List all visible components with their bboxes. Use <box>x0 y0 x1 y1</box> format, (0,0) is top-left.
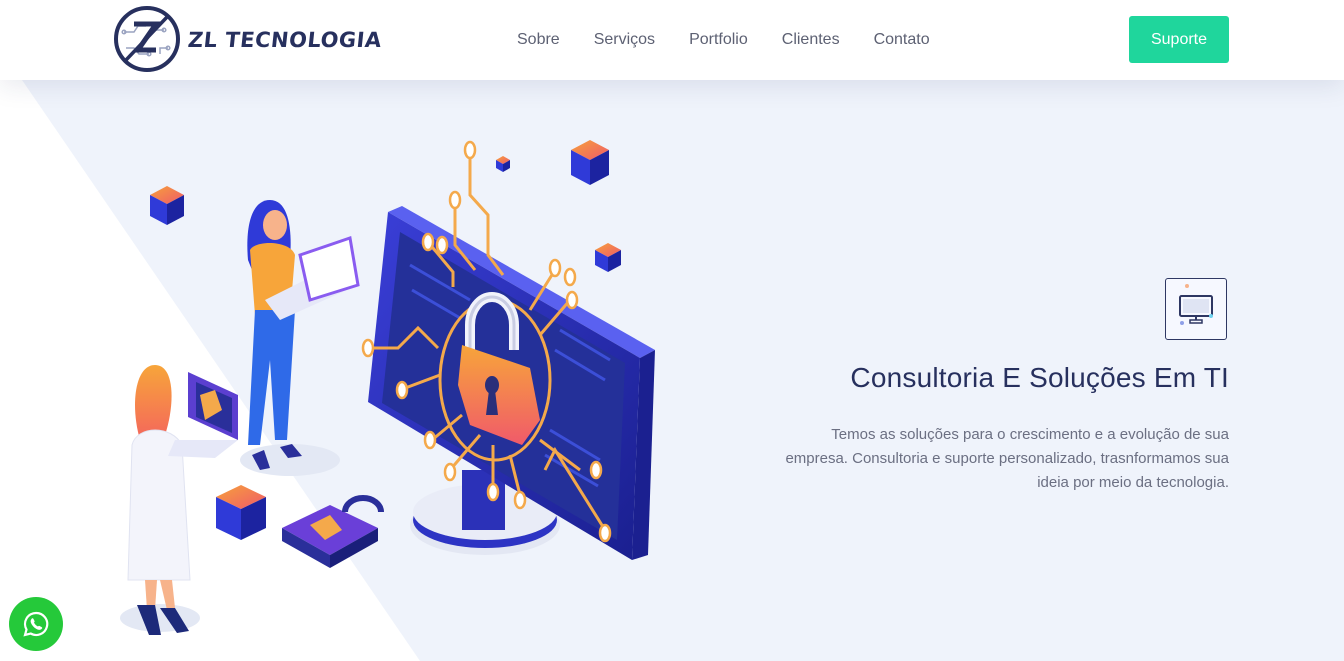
nav-item-servicos[interactable]: Serviços <box>577 28 672 52</box>
hero-description: Temos as soluções para o crescimento e a… <box>785 426 1229 491</box>
floating-cube <box>571 140 609 185</box>
top-navbar: ZL TECNOLOGIA Sobre Serviços Portfolio C… <box>0 0 1344 80</box>
nav-item-portfolio[interactable]: Portfolio <box>672 28 765 52</box>
support-button[interactable]: Suporte <box>1129 16 1229 63</box>
main-nav: Sobre Serviços Portfolio Clientes Contat… <box>500 28 947 52</box>
nav-item-clientes[interactable]: Clientes <box>765 28 857 52</box>
whatsapp-button[interactable] <box>9 597 63 651</box>
locked-drive-icon <box>282 495 384 568</box>
brand-name: ZL TECNOLOGIA <box>186 28 383 52</box>
nav-item-contato[interactable]: Contato <box>857 28 947 52</box>
woman-with-laptop-figure <box>247 200 360 470</box>
nav-item-sobre[interactable]: Sobre <box>500 28 577 52</box>
zl-logo-icon <box>114 6 180 72</box>
floating-cube <box>216 485 266 540</box>
monitor-icon <box>1179 284 1213 325</box>
hero-title: Consultoria E Soluções Em TI <box>850 362 1229 393</box>
floating-cube <box>595 243 621 272</box>
brand-logo[interactable]: ZL TECNOLOGIA <box>112 4 383 74</box>
floating-cube <box>496 156 510 172</box>
cybersecurity-illustration <box>120 140 655 635</box>
whatsapp-icon <box>23 611 49 637</box>
monitor-feature-icon <box>1165 278 1227 340</box>
floating-cube <box>150 186 184 225</box>
